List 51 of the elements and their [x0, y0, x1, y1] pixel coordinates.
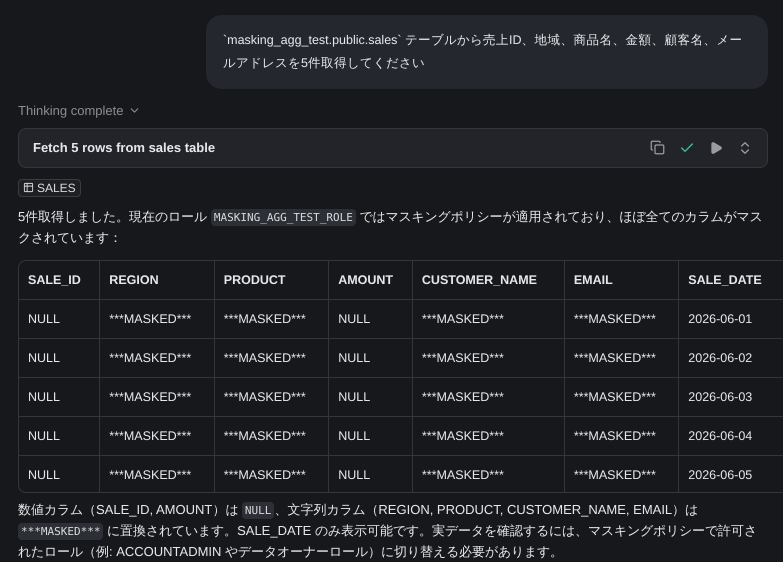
table-cell: NULL — [328, 377, 412, 416]
table-cell: ***MASKED*** — [100, 416, 214, 456]
table-cell: NULL — [19, 416, 100, 456]
column-header: REGION — [100, 260, 214, 300]
table-cell: NULL — [19, 299, 100, 338]
column-header: AMOUNT — [328, 260, 412, 300]
table-cell: ***MASKED*** — [214, 377, 329, 416]
table-cell: ***MASKED*** — [412, 377, 564, 416]
column-header: CUSTOMER_NAME — [412, 260, 564, 300]
table-cell: NULL — [19, 455, 100, 492]
table-cell: NULL — [328, 338, 412, 378]
table-cell: ***MASKED*** — [412, 455, 564, 492]
table-cell: 2026-06-02 — [678, 338, 783, 378]
table-cell: NULL — [19, 377, 100, 416]
column-header: EMAIL — [564, 260, 679, 300]
table-cell: 2026-06-01 — [678, 299, 783, 338]
user-message: `masking_agg_test.public.sales` テーブルから売上ID、地域、商品名、金額、顧客名、メールアドレスを5件取得してください — [206, 15, 768, 89]
table-tag: SALES — [18, 178, 81, 197]
table-cell: NULL — [328, 299, 412, 338]
table-cell: ***MASKED*** — [564, 299, 679, 338]
copy-icon[interactable] — [650, 140, 665, 156]
table-cell: 2026-06-04 — [678, 416, 783, 456]
table-cell: ***MASKED*** — [214, 338, 329, 378]
table-icon — [23, 182, 34, 194]
table-cell: ***MASKED*** — [412, 299, 564, 338]
summary-text: 数値カラム（SALE_ID, AMOUNT）は NULL 、文字列カラム（REGION, PRODUCT, CUSTOMER_NAME, EMAIL）は ***MASKED*** に置換されています。SALE_DATE のみ表示可能です。実データを確認するには、マスキングポリシーで許可されたロール（例: ACCOUNTADMIN やデータオーナーロール）に切り替える必要があります。 — [18, 501, 758, 561]
column-header: PRODUCT — [214, 260, 329, 300]
play-icon[interactable] — [709, 140, 723, 155]
tool-call-title: Fetch 5 rows from sales table — [33, 140, 216, 156]
table-cell: ***MASKED*** — [214, 416, 329, 456]
intro-text: 5件取得しました。現在のロール MASKING_AGG_TEST_ROLE ではマスキングポリシーが適用されており、ほぼ全てのカラムがマスクされています： — [18, 208, 764, 247]
table-cell: ***MASKED*** — [100, 455, 214, 492]
table-cell: 2026-06-03 — [678, 377, 783, 416]
column-header: SALE_DATE — [678, 260, 783, 300]
table-cell: NULL — [328, 416, 412, 456]
table-cell: ***MASKED*** — [564, 455, 679, 492]
thinking-toggle[interactable]: Thinking complete — [18, 103, 140, 118]
table-cell: ***MASKED*** — [214, 299, 329, 338]
table-cell: ***MASKED*** — [412, 338, 564, 378]
table-cell: NULL — [328, 455, 412, 492]
table-cell: ***MASKED*** — [100, 338, 214, 378]
table-cell: ***MASKED*** — [564, 377, 679, 416]
column-header: SALE_ID — [19, 260, 100, 300]
table-cell: ***MASKED*** — [100, 377, 214, 416]
table-cell: ***MASKED*** — [564, 416, 679, 456]
table-cell: 2026-06-05 — [678, 455, 783, 492]
table-cell: NULL — [19, 338, 100, 378]
table-cell: ***MASKED*** — [214, 455, 329, 492]
table-cell: ***MASKED*** — [412, 416, 564, 456]
table-cell: ***MASKED*** — [100, 299, 214, 338]
table-cell: ***MASKED*** — [564, 338, 679, 378]
